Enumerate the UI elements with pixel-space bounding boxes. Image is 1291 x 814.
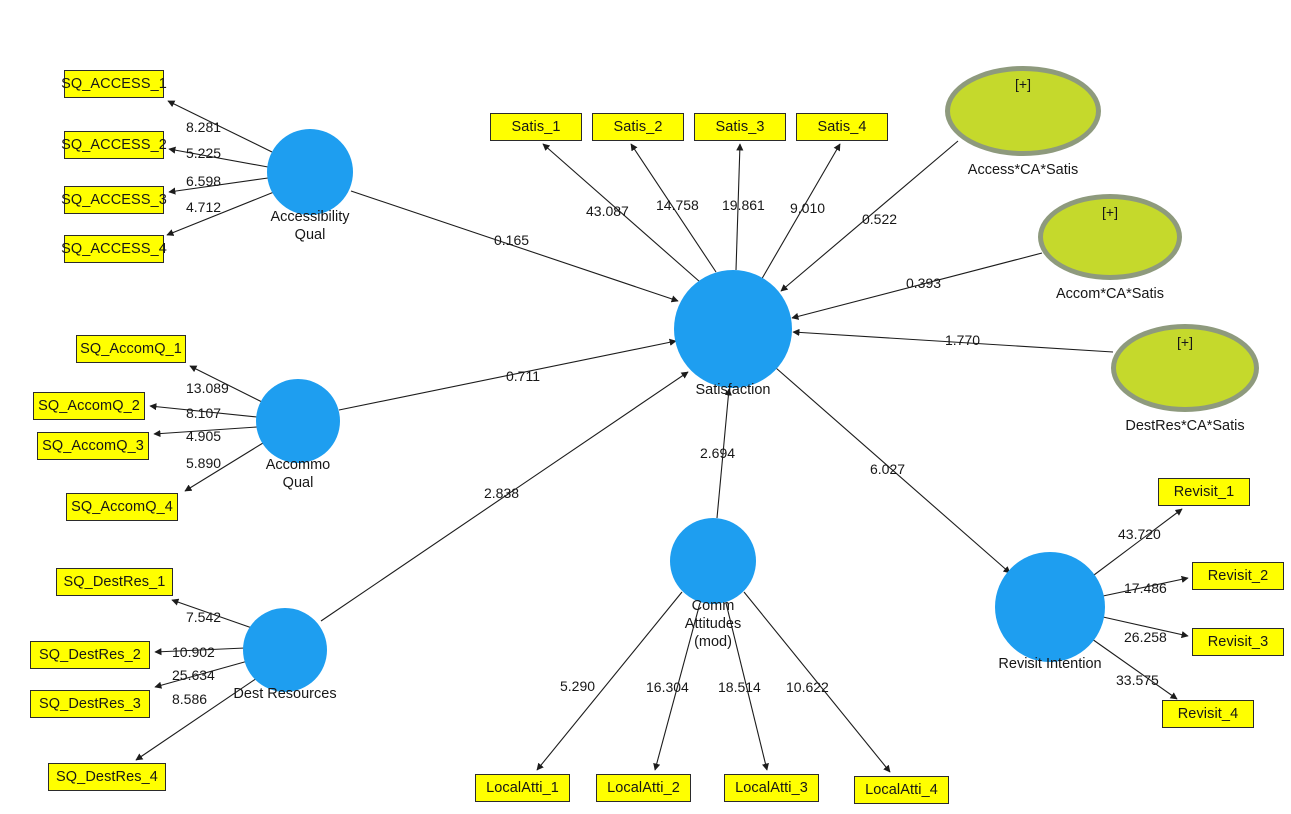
edge-e_access_4[interactable] (166, 191, 275, 236)
moderator-label-destres_ca_satis: DestRes*CA*Satis (1125, 418, 1245, 434)
edge-e_accom_2[interactable] (149, 403, 258, 418)
edge-e_accom_4[interactable] (184, 442, 264, 492)
moderator-positive-badge: [+] (1015, 76, 1031, 92)
edge-e_la_1[interactable] (536, 591, 683, 771)
indicator-label: SQ_AccomQ_3 (42, 437, 144, 454)
indicator-sq_access_2[interactable]: SQ_ACCESS_2 (61, 131, 167, 159)
indicator-label: SQ_ACCESS_3 (61, 191, 167, 208)
edge-e_la_4[interactable] (743, 591, 891, 773)
indicator-revisit_4[interactable]: Revisit_4 (1162, 700, 1254, 728)
construct-accommo[interactable] (256, 379, 340, 463)
indicator-localatti_4[interactable]: LocalAtti_4 (854, 776, 949, 804)
edge-e_dest_2[interactable] (154, 647, 246, 656)
indicator-label: Satis_1 (511, 118, 561, 135)
edge-e_dest_4[interactable] (135, 677, 258, 761)
construct-revisit[interactable] (995, 552, 1105, 662)
edge-e_satis_4[interactable] (759, 143, 841, 283)
moderator-positive-badge: [+] (1177, 334, 1193, 350)
construct-satisfaction[interactable] (674, 270, 792, 388)
moderator-accom_ca_satis[interactable]: [+] (1038, 194, 1182, 280)
indicator-label: SQ_DestRes_2 (39, 646, 141, 663)
edge-e_dest_1[interactable] (171, 598, 253, 629)
indicator-label: LocalAtti_2 (607, 779, 680, 796)
edge-e_revisit_4[interactable] (1091, 638, 1178, 700)
indicator-label: SQ_AccomQ_1 (80, 340, 182, 357)
indicator-sq_accomq_3[interactable]: SQ_AccomQ_3 (37, 432, 149, 460)
indicator-label: LocalAtti_3 (735, 779, 808, 796)
indicator-label: LocalAtti_1 (486, 779, 559, 796)
indicator-label: SQ_DestRes_3 (39, 695, 141, 712)
edge-e_accom_3[interactable] (153, 426, 258, 438)
edge-e_mod_dest[interactable] (792, 328, 1114, 353)
indicator-label: Revisit_4 (1177, 705, 1239, 722)
indicator-label: SQ_AccomQ_4 (71, 498, 173, 515)
indicator-revisit_2[interactable]: Revisit_2 (1192, 562, 1284, 590)
indicator-sq_accomq_4[interactable]: SQ_AccomQ_4 (66, 493, 178, 521)
indicator-label: SQ_DestRes_4 (56, 768, 158, 785)
edge-e_satis_2[interactable] (630, 143, 717, 273)
moderator-positive-badge: [+] (1102, 204, 1118, 220)
edge-e_comm_satis[interactable] (716, 388, 732, 519)
edge-e_revisit_2[interactable] (1102, 575, 1189, 597)
indicator-sq_access_4[interactable]: SQ_ACCESS_4 (61, 235, 167, 263)
moderator-access_ca_satis[interactable]: [+] (945, 66, 1101, 156)
edge-e_access_3[interactable] (168, 177, 269, 195)
indicator-satis_1[interactable]: Satis_1 (490, 113, 582, 141)
edge-e_mod_accom[interactable] (791, 252, 1043, 320)
indicator-label: SQ_DestRes_1 (63, 573, 166, 590)
edge-e_satis_revisit[interactable] (775, 367, 1011, 574)
indicator-sq_destres_1[interactable]: SQ_DestRes_1 (56, 568, 173, 596)
edge-e_revisit_1[interactable] (1089, 508, 1183, 579)
moderator-label-accom_ca_satis: Accom*CA*Satis (1056, 286, 1164, 302)
indicator-label: Satis_2 (613, 118, 663, 135)
moderator-label-access_ca_satis: Access*CA*Satis (967, 162, 1079, 178)
edge-e_satis_3[interactable] (735, 143, 744, 271)
indicator-satis_3[interactable]: Satis_3 (694, 113, 786, 141)
indicator-label: Satis_4 (817, 118, 867, 135)
edge-e_dest_satis[interactable] (320, 371, 689, 622)
indicator-label: Revisit_2 (1207, 567, 1269, 584)
indicator-localatti_3[interactable]: LocalAtti_3 (724, 774, 819, 802)
indicator-sq_destres_4[interactable]: SQ_DestRes_4 (48, 763, 166, 791)
indicator-label: Satis_3 (715, 118, 765, 135)
moderator-destres_ca_satis[interactable]: [+] (1111, 324, 1259, 412)
edge-e_access_1[interactable] (167, 100, 273, 153)
indicator-localatti_2[interactable]: LocalAtti_2 (596, 774, 691, 802)
indicator-label: SQ_ACCESS_4 (61, 240, 167, 257)
edge-e_dest_3[interactable] (154, 660, 249, 689)
indicator-label: LocalAtti_4 (865, 781, 938, 798)
indicator-label: Revisit_1 (1173, 483, 1235, 500)
indicator-label: Revisit_3 (1207, 633, 1269, 650)
edge-e_accom_satis[interactable] (338, 338, 677, 411)
indicator-label: SQ_ACCESS_2 (61, 136, 167, 153)
indicator-satis_4[interactable]: Satis_4 (796, 113, 888, 141)
indicator-label: SQ_AccomQ_2 (38, 397, 140, 414)
indicator-label: SQ_ACCESS_1 (61, 75, 167, 92)
edge-e_la_2[interactable] (653, 602, 701, 771)
indicator-sq_destres_3[interactable]: SQ_DestRes_3 (30, 690, 150, 718)
indicator-revisit_3[interactable]: Revisit_3 (1192, 628, 1284, 656)
construct-commattitudes[interactable] (670, 518, 756, 604)
sem-diagram-canvas: SQ_ACCESS_1 SQ_ACCESS_2 SQ_ACCESS_3 SQ_ACCE… (0, 0, 1291, 814)
edge-e_access_satis[interactable] (350, 190, 679, 303)
indicator-revisit_1[interactable]: Revisit_1 (1158, 478, 1250, 506)
edge-e_revisit_3[interactable] (1102, 616, 1189, 639)
indicator-sq_accomq_1[interactable]: SQ_AccomQ_1 (76, 335, 186, 363)
edge-e_accom_1[interactable] (189, 365, 263, 403)
construct-destres[interactable] (243, 608, 327, 692)
edge-e_access_2[interactable] (168, 146, 269, 168)
indicator-localatti_1[interactable]: LocalAtti_1 (475, 774, 570, 802)
indicator-sq_access_1[interactable]: SQ_ACCESS_1 (61, 70, 167, 98)
indicator-satis_2[interactable]: Satis_2 (592, 113, 684, 141)
indicator-sq_accomq_2[interactable]: SQ_AccomQ_2 (33, 392, 145, 420)
edge-e_la_3[interactable] (725, 602, 769, 771)
construct-accessibility[interactable] (267, 129, 353, 215)
indicator-sq_destres_2[interactable]: SQ_DestRes_2 (30, 641, 150, 669)
indicator-sq_access_3[interactable]: SQ_ACCESS_3 (61, 186, 167, 214)
